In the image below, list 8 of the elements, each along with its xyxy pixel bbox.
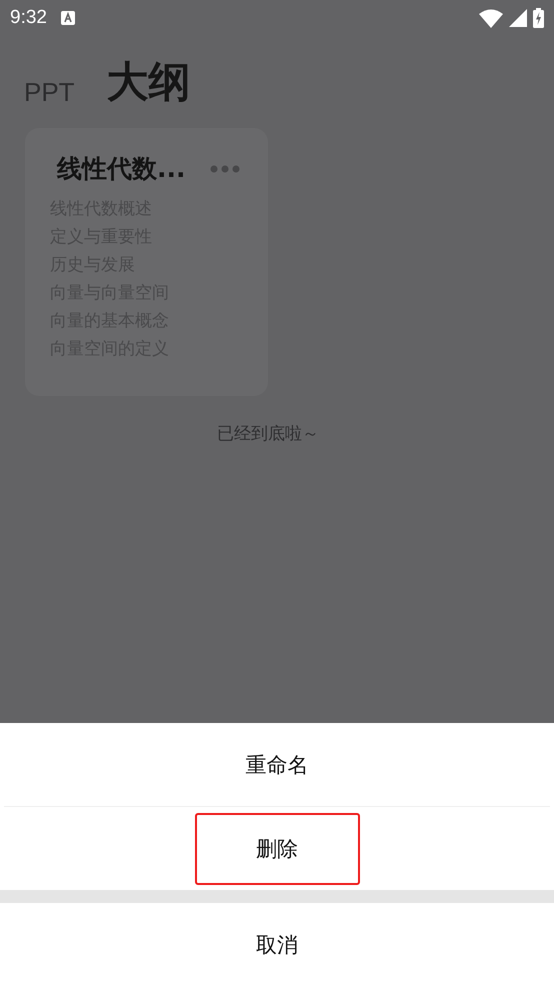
keyboard-notification-icon bbox=[60, 11, 75, 25]
menu-action[interactable]: 删除 bbox=[194, 812, 360, 884]
more-icon[interactable] bbox=[210, 164, 240, 172]
wifi-icon bbox=[479, 8, 503, 28]
status-time: 9:32 bbox=[10, 7, 47, 29]
battery-charging-icon bbox=[533, 8, 544, 28]
signal-icon bbox=[509, 9, 527, 27]
card-title: 线性代数... bbox=[57, 153, 186, 185]
